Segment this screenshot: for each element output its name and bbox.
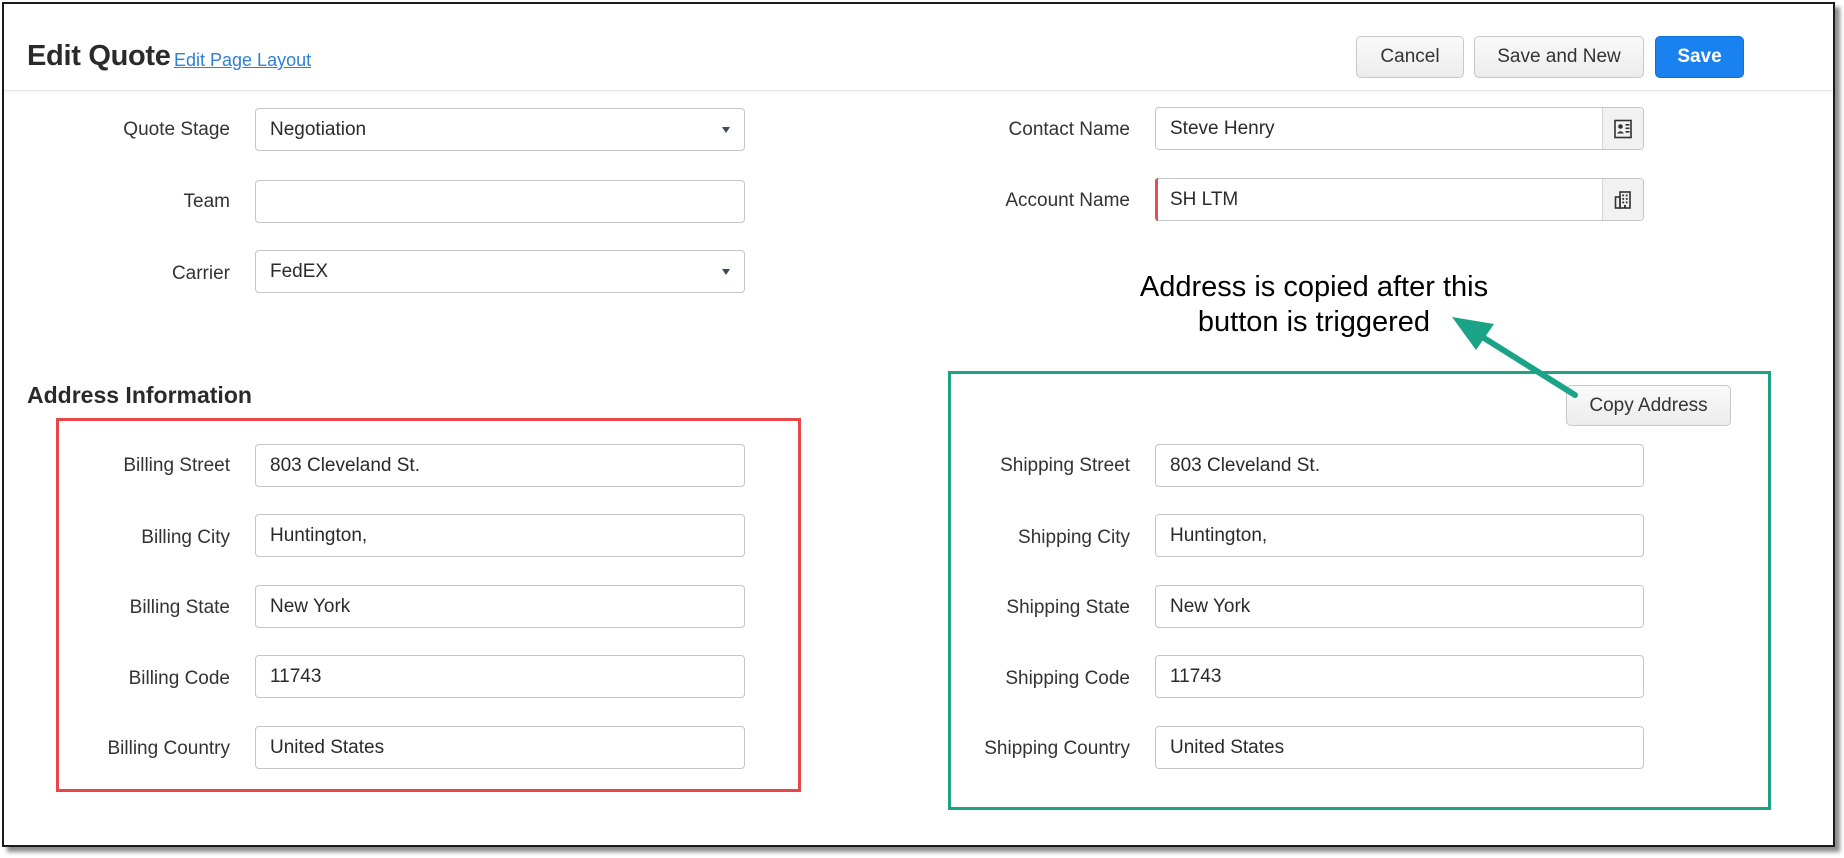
edit-quote-window: Edit Quote Edit Page Layout Cancel Save … xyxy=(2,2,1835,847)
arrow-head xyxy=(1452,317,1494,350)
arrow-shaft xyxy=(1473,330,1578,398)
annotation-arrow xyxy=(1452,317,1578,398)
